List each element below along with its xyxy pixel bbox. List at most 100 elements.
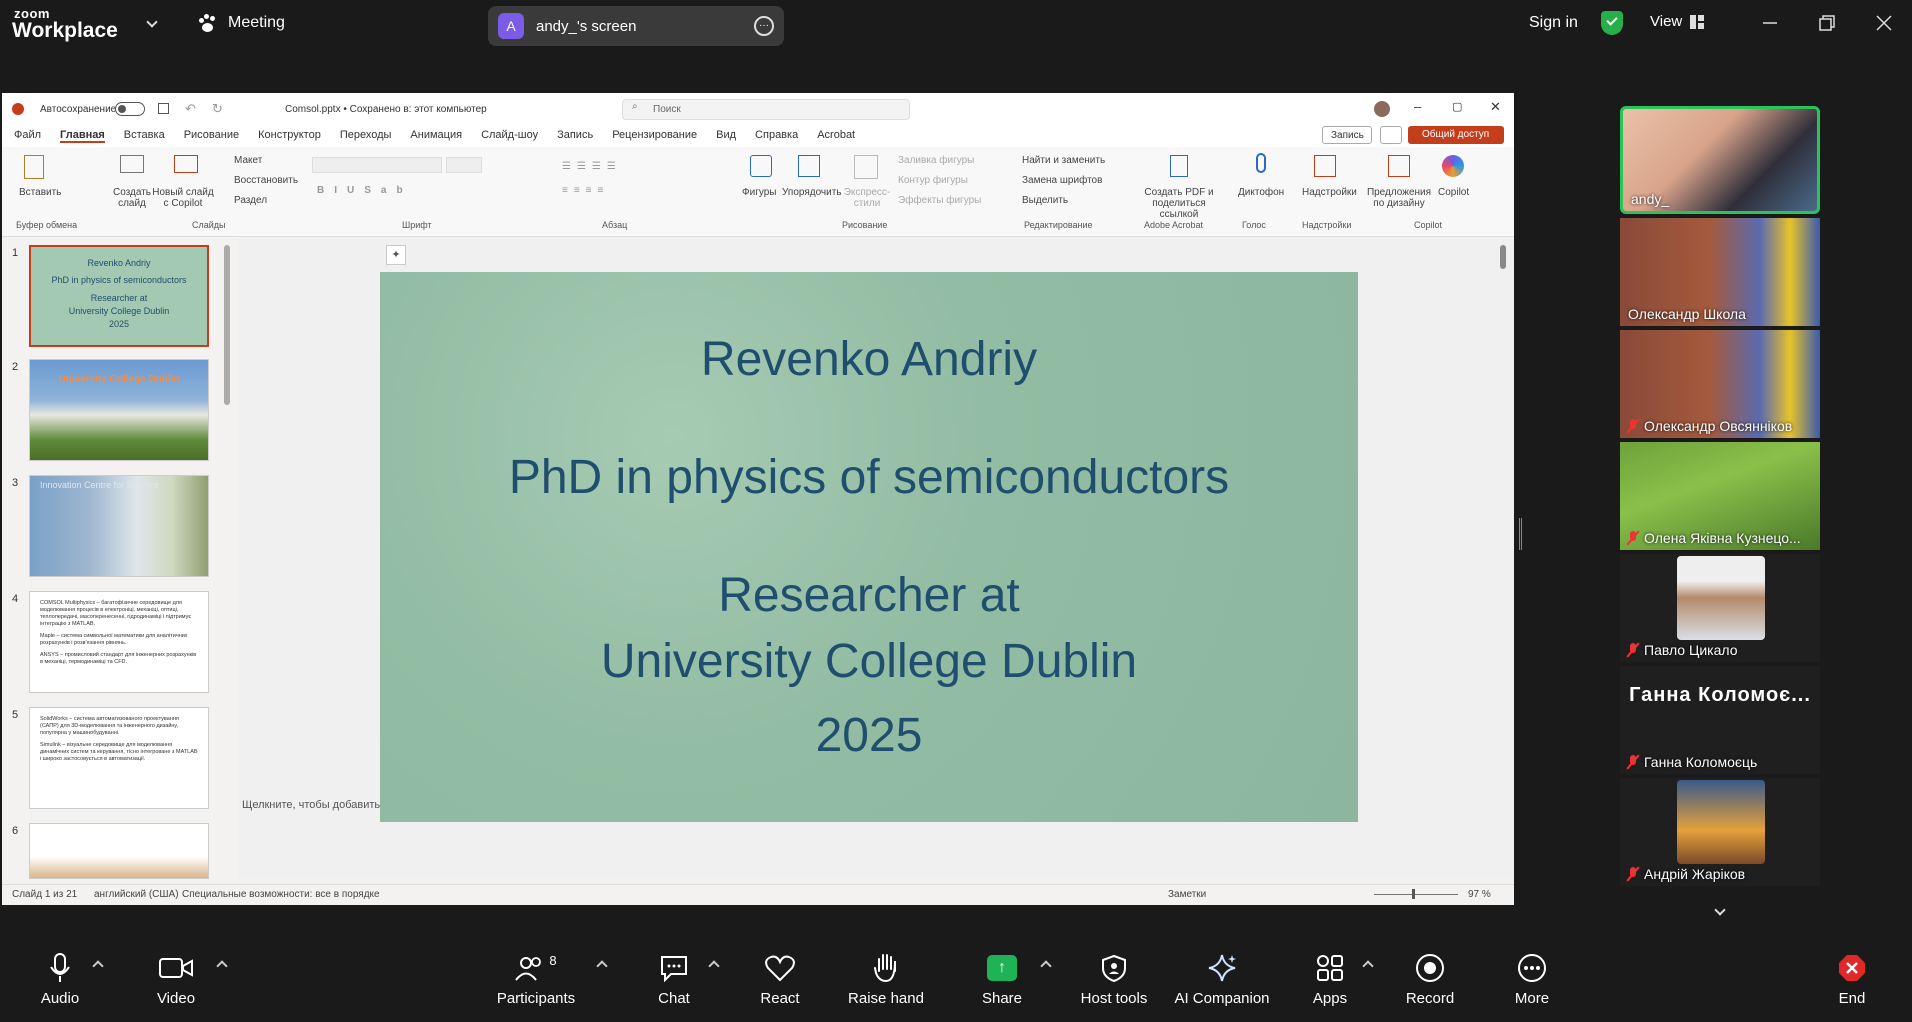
chat-button[interactable]: Chat xyxy=(624,952,724,1007)
raise-hand-button[interactable]: Raise hand xyxy=(836,952,936,1007)
zoom-slider[interactable] xyxy=(1374,889,1458,899)
slide-thumbnail-2[interactable]: University College Dublin xyxy=(29,359,209,461)
ppt-menu-6[interactable]: Анимация xyxy=(410,129,462,143)
undo-icon[interactable]: ↶ xyxy=(185,101,196,117)
replace-fonts-button[interactable]: Замена шрифтов xyxy=(1022,175,1102,186)
arrange-icon[interactable] xyxy=(798,155,820,177)
more-button[interactable]: More xyxy=(1482,952,1582,1007)
slide-thumbnail-6[interactable] xyxy=(29,823,209,879)
participant-tile[interactable]: Павло Цикало xyxy=(1620,554,1820,662)
create-pdf-icon[interactable] xyxy=(1170,155,1188,177)
apps-button[interactable]: Apps xyxy=(1280,952,1380,1007)
shape-effects-button[interactable]: Эффекты фигуры xyxy=(898,195,981,206)
participant-tile[interactable]: Олександр Овсяннiков xyxy=(1620,330,1820,438)
ai-companion-button[interactable]: AI Companion xyxy=(1162,952,1282,1007)
ppt-maximize-icon[interactable]: ▢ xyxy=(1452,100,1462,113)
minimize-icon[interactable] xyxy=(1759,12,1781,34)
slide-thumbnail-5[interactable]: SolidWorks – система автоматизованого пр… xyxy=(29,707,209,809)
close-icon[interactable] xyxy=(1873,12,1895,34)
ppt-minimize-icon[interactable]: – xyxy=(1414,99,1421,114)
panel-splitter-handle[interactable] xyxy=(1519,518,1522,550)
host-tools-button[interactable]: Host tools xyxy=(1064,952,1164,1007)
end-meeting-button[interactable]: End xyxy=(1802,952,1902,1007)
zoom-level[interactable]: 97 % xyxy=(1468,889,1491,900)
addins-button[interactable]: Надстройки xyxy=(1302,187,1357,198)
share-screen-button[interactable]: ↑ Share xyxy=(952,952,1052,1007)
ppt-menu-0[interactable]: Файл xyxy=(14,129,41,143)
reset-button[interactable]: Восстановить xyxy=(234,175,298,186)
ppt-close-icon[interactable]: ✕ xyxy=(1490,99,1501,115)
font-size-select[interactable] xyxy=(446,157,482,173)
view-menu[interactable]: View xyxy=(1650,13,1705,30)
dictate-button[interactable]: Диктофон xyxy=(1238,187,1284,198)
participants-button[interactable]: 8 Participants xyxy=(486,952,586,1008)
screen-share-indicator[interactable]: A andy_'s screen ··· xyxy=(488,6,784,46)
shape-outline-button[interactable]: Контур фигуры xyxy=(898,175,968,186)
slide-thumbnail-1[interactable]: Revenko Andriy PhD in physics of semicon… xyxy=(29,245,209,347)
encryption-shield-icon[interactable] xyxy=(1601,11,1623,35)
participant-tile[interactable]: andy_ xyxy=(1620,106,1820,214)
accessibility-status[interactable]: Специальные возможности: все в порядке xyxy=(182,889,380,900)
slide-thumbnail-4[interactable]: COMSOL Multiphysics – багатофізичне сере… xyxy=(29,591,209,693)
paste-icon[interactable] xyxy=(24,155,44,179)
comments-icon[interactable] xyxy=(1380,126,1402,144)
participant-tile[interactable]: Олександр Школа xyxy=(1620,218,1820,326)
select-button[interactable]: Выделить xyxy=(1022,195,1068,206)
dictate-icon[interactable] xyxy=(1256,153,1266,173)
record-ppt-button[interactable]: Запись xyxy=(1322,126,1372,144)
express-styles-button[interactable]: Экспресс-стили xyxy=(842,187,892,209)
autosave-toggle[interactable] xyxy=(115,102,145,116)
arrange-button[interactable]: Упорядочить xyxy=(782,187,842,198)
thumbnail-scrollbar[interactable] xyxy=(224,245,230,405)
participant-tile[interactable]: Ганна Коломоє... Ганна Коломоєць xyxy=(1620,666,1820,774)
ppt-menu-10[interactable]: Вид xyxy=(716,129,736,143)
account-avatar[interactable] xyxy=(1374,101,1390,117)
chevron-down-icon[interactable] xyxy=(146,16,158,28)
copilot-slide-button[interactable]: Новый слайд с Copilot xyxy=(152,187,214,209)
react-button[interactable]: React xyxy=(730,952,830,1007)
meeting-menu[interactable]: Meeting xyxy=(198,14,285,32)
more-options-icon[interactable]: ··· xyxy=(754,16,774,36)
create-pdf-button[interactable]: Создать PDF и поделиться ссылкой xyxy=(1132,187,1226,220)
search-input[interactable]: Поиск xyxy=(622,99,910,120)
language-status[interactable]: английский (США) xyxy=(94,889,179,900)
align-icons[interactable]: ≡≡≡≡ xyxy=(562,185,609,196)
font-name-select[interactable] xyxy=(312,157,442,173)
redo-icon[interactable]: ↻ xyxy=(212,101,223,117)
video-button[interactable]: Video xyxy=(126,952,226,1007)
layout-button[interactable]: Макет xyxy=(234,155,262,166)
designer-button[interactable]: Предложения по дизайну xyxy=(1364,187,1434,209)
slide-thumbnail-3[interactable]: Innovation Centre for Science xyxy=(29,475,209,577)
ppt-menu-11[interactable]: Справка xyxy=(755,129,798,143)
paste-button[interactable]: Вставить xyxy=(19,187,61,198)
audio-button[interactable]: Audio xyxy=(10,952,110,1007)
ppt-menu-1[interactable]: Главная xyxy=(60,129,105,143)
ppt-menu-2[interactable]: Вставка xyxy=(124,129,165,143)
ppt-menu-4[interactable]: Конструктор xyxy=(258,129,321,143)
section-button[interactable]: Раздел xyxy=(234,195,267,206)
ppt-menu-12[interactable]: Acrobat xyxy=(817,129,855,143)
participant-tile[interactable]: Олена Яківна Кузнецо... xyxy=(1620,442,1820,550)
save-icon[interactable] xyxy=(158,103,169,114)
express-styles-icon[interactable] xyxy=(854,155,878,179)
ppt-menu-5[interactable]: Переходы xyxy=(340,129,392,143)
designer-sparkle-icon[interactable]: ✦ xyxy=(386,245,406,265)
restore-icon[interactable] xyxy=(1816,12,1838,34)
sign-in-link[interactable]: Sign in xyxy=(1529,14,1578,32)
file-name[interactable]: Comsol.pptx • Сохранено в: этот компьюте… xyxy=(285,104,487,115)
copilot-button[interactable]: Copilot xyxy=(1438,187,1469,198)
new-slide-button[interactable]: Создать слайд xyxy=(112,187,152,209)
shapes-button[interactable]: Фигуры xyxy=(742,187,776,198)
ppt-menu-8[interactable]: Запись xyxy=(557,129,593,143)
ppt-menu-9[interactable]: Рецензирование xyxy=(612,129,697,143)
new-slide-icon[interactable] xyxy=(120,155,144,173)
share-ppt-button[interactable]: Общий доступ xyxy=(1408,126,1504,144)
ppt-menu-3[interactable]: Рисование xyxy=(184,129,239,143)
participants-caret-icon[interactable] xyxy=(596,960,608,972)
ppt-menu-7[interactable]: Слайд-шоу xyxy=(481,129,538,143)
find-replace-button[interactable]: Найти и заменить xyxy=(1022,155,1105,166)
font-format-icons[interactable]: BIUSab xyxy=(317,185,413,196)
shapes-icon[interactable] xyxy=(750,155,772,177)
copilot-icon[interactable] xyxy=(1442,155,1464,177)
list-icons[interactable]: ☰☰☰☰ xyxy=(562,161,622,172)
